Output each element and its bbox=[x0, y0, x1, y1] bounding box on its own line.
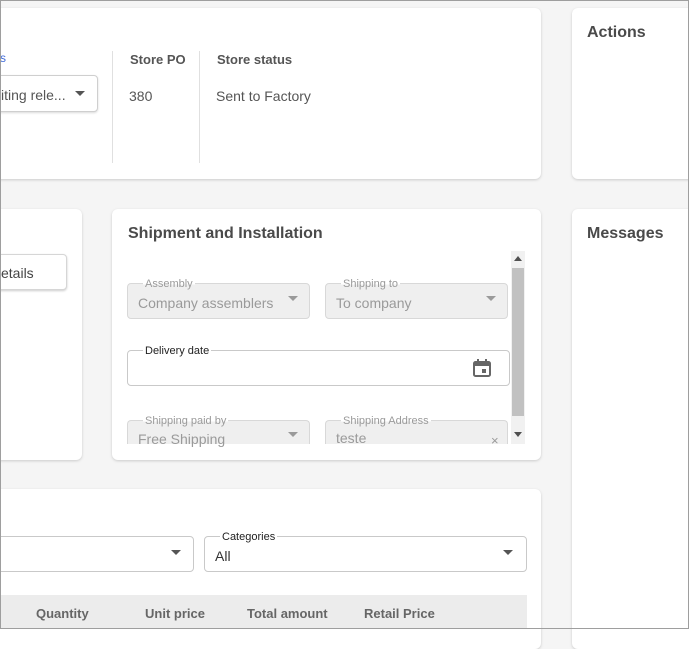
delivery-date-field[interactable]: Delivery date bbox=[127, 345, 510, 386]
shipping-address-label: Shipping Address bbox=[341, 415, 431, 427]
actions-title: Actions bbox=[587, 24, 646, 41]
product-select[interactable] bbox=[0, 536, 194, 572]
chevron-down-icon bbox=[288, 296, 298, 301]
messages-title: Messages bbox=[587, 225, 664, 242]
categories-value: All bbox=[215, 548, 231, 564]
shipment-title: Shipment and Installation bbox=[128, 225, 323, 242]
chevron-down-icon bbox=[486, 296, 496, 301]
shipping-address-field[interactable]: Shipping Address teste × bbox=[325, 415, 508, 448]
categories-label: Categories bbox=[220, 531, 278, 543]
assembly-select[interactable]: Assembly Company assemblers bbox=[127, 278, 310, 319]
clear-icon[interactable]: × bbox=[491, 433, 499, 448]
assembly-label: Assembly bbox=[143, 278, 195, 290]
shipping-address-value: teste bbox=[336, 430, 367, 446]
column-divider bbox=[199, 51, 200, 163]
calendar-icon[interactable] bbox=[472, 358, 492, 378]
status-select[interactable]: iting rele... bbox=[0, 75, 98, 112]
details-button-label: etails bbox=[1, 265, 34, 281]
chevron-down-icon bbox=[288, 432, 298, 437]
chevron-down-icon bbox=[75, 91, 85, 96]
details-button[interactable]: etails bbox=[0, 254, 67, 290]
status-label: s bbox=[0, 51, 6, 65]
delivery-date-label: Delivery date bbox=[143, 345, 212, 357]
shipping-to-value: To company bbox=[336, 295, 412, 311]
shipping-paid-by-select[interactable]: Shipping paid by Free Shipping bbox=[127, 415, 310, 447]
shipping-to-label: Shipping to bbox=[341, 278, 401, 290]
column-divider bbox=[112, 51, 113, 163]
column-unit-price[interactable]: Unit price bbox=[145, 606, 205, 621]
scrollbar-thumb[interactable] bbox=[512, 268, 524, 416]
shipment-scrollbar[interactable] bbox=[511, 251, 525, 444]
chevron-down-icon bbox=[171, 550, 181, 555]
store-status-value: Sent to Factory bbox=[216, 88, 311, 104]
status-select-value: iting rele... bbox=[1, 87, 66, 103]
products-table-header: Quantity Unit price Total amount Retail … bbox=[0, 595, 527, 629]
chevron-down-icon bbox=[503, 550, 513, 555]
store-po-header: Store PO bbox=[130, 52, 186, 67]
details-card bbox=[0, 209, 82, 460]
shipping-paid-by-label: Shipping paid by bbox=[143, 415, 229, 427]
scroll-up-icon[interactable] bbox=[514, 256, 522, 261]
store-status-header: Store status bbox=[217, 52, 293, 67]
column-total-amount[interactable]: Total amount bbox=[247, 606, 328, 621]
column-quantity[interactable]: Quantity bbox=[36, 606, 89, 621]
shipping-to-select[interactable]: Shipping to To company bbox=[325, 278, 508, 319]
categories-select[interactable]: Categories All bbox=[204, 531, 527, 572]
scroll-down-icon[interactable] bbox=[514, 432, 522, 437]
messages-card bbox=[572, 209, 689, 649]
column-retail-price[interactable]: Retail Price bbox=[364, 606, 435, 621]
store-po-value: 380 bbox=[129, 88, 153, 104]
assembly-value: Company assemblers bbox=[138, 295, 274, 311]
shipping-paid-by-value: Free Shipping bbox=[138, 431, 226, 447]
